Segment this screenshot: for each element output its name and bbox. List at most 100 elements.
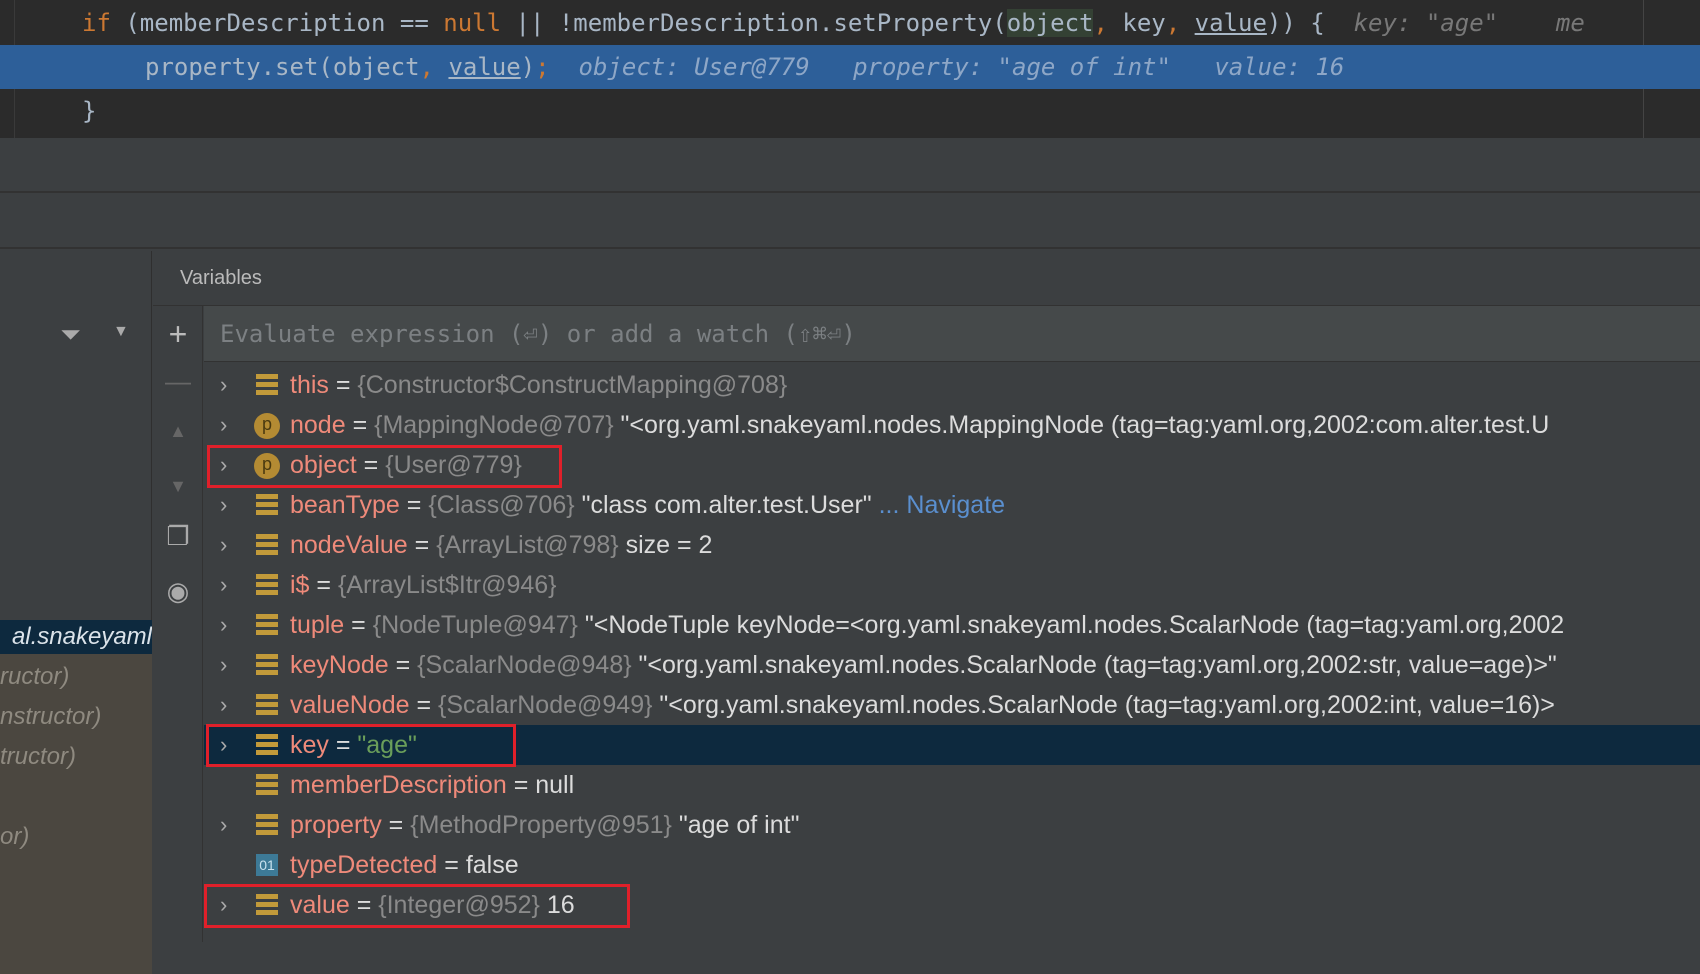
field-icon [256, 574, 278, 596]
field-icon [256, 814, 278, 836]
variable-type: {Class@706} [428, 491, 575, 519]
variable-row-valueNode[interactable]: › valueNode = {ScalarNode@949} "<org.yaml… [204, 685, 1700, 725]
variable-type: {ScalarNode@949} [438, 691, 653, 719]
kw-null: null [443, 9, 502, 37]
semicolon: ; [535, 53, 550, 81]
highlight-box-object [207, 445, 562, 488]
variable-type: {MethodProperty@951} [410, 811, 672, 839]
comma: , [419, 53, 434, 81]
frame-item[interactable]: nstructor) [0, 697, 152, 737]
chevron-down-icon[interactable]: ▼ [113, 323, 129, 341]
expand-chevron-icon[interactable]: › [220, 565, 227, 605]
variable-type: {Constructor$ConstructMapping@708} [357, 371, 788, 399]
variable-name: i$ [290, 571, 310, 599]
variable-value: "<org.yaml.snakeyaml.nodes.ScalarNode (t… [659, 691, 1555, 719]
inline-hint-property: property: "age of int" [853, 53, 1171, 81]
variable-value: "age of int" [678, 811, 800, 839]
empty-panel [0, 138, 1700, 193]
expand-chevron-icon[interactable]: › [220, 685, 227, 725]
variable-type: {ArrayList@798} [436, 531, 619, 559]
variable-name: keyNode [290, 651, 389, 679]
variable-value: "<org.yaml.snakeyaml.nodes.MappingNode (… [620, 411, 1550, 439]
variable-name: beanType [290, 491, 400, 519]
code-value-ref: value [448, 53, 521, 81]
watch-eye-icon[interactable]: ◉ [153, 576, 203, 607]
frame-item[interactable]: tructor) [0, 737, 152, 777]
expand-chevron-icon[interactable]: › [220, 805, 227, 845]
navigate-link[interactable]: ... Navigate [879, 491, 1005, 519]
variable-row-typeDetected[interactable]: 01 typeDetected = false [204, 845, 1700, 885]
field-icon [256, 774, 278, 796]
expand-chevron-icon[interactable]: › [220, 365, 227, 405]
evaluate-expression-input[interactable]: Evaluate expression (⏎) or add a watch (… [204, 306, 1700, 362]
variable-type: {ArrayList$Itr@946} [337, 571, 557, 599]
field-icon [256, 534, 278, 556]
primitive-icon: 01 [256, 854, 278, 876]
variable-type: {MappingNode@707} [374, 411, 614, 439]
frames-panel[interactable]: ⏷ ▼ al.snakeyaml ructor) nstructor) truc… [0, 251, 152, 974]
remove-icon[interactable]: — [153, 366, 203, 397]
variable-value: "<NodeTuple keyNode=<org.yaml.snakeyaml.… [584, 611, 1565, 639]
empty-panel [0, 195, 1700, 249]
variable-value: "<org.yaml.snakeyaml.nodes.ScalarNode (t… [638, 651, 1557, 679]
expand-chevron-icon[interactable]: › [220, 405, 227, 445]
variable-row-keyNode[interactable]: › keyNode = {ScalarNode@948} "<org.yaml.s… [204, 645, 1700, 685]
filter-icon[interactable]: ⏷ [60, 319, 81, 351]
inline-hint-truncated: me [1555, 9, 1585, 37]
code-text: )) { [1266, 9, 1325, 37]
expand-chevron-icon[interactable]: › [220, 605, 227, 645]
kw-if: if [82, 9, 111, 37]
variable-name: this [290, 371, 329, 399]
frame-item[interactable]: al.snakeyaml [0, 617, 152, 657]
variables-tab[interactable]: Variables [153, 251, 1700, 306]
code-text: property.set(object [145, 53, 420, 81]
inline-hint-value: value: 16 [1214, 53, 1345, 81]
expand-chevron-icon[interactable]: › [220, 645, 227, 685]
variable-row-this[interactable]: › this = {Constructor$ConstructMapping@70… [204, 365, 1700, 405]
variable-value: false [465, 851, 519, 879]
variable-row-tuple[interactable]: › tuple = {NodeTuple@947} "<NodeTuple key… [204, 605, 1700, 645]
field-icon [256, 374, 278, 396]
highlight-box-value [204, 884, 630, 928]
parameter-icon: p [254, 413, 280, 439]
add-watch-icon[interactable]: + [153, 316, 203, 353]
variable-value: null [535, 771, 575, 799]
variables-toolbar: + — ▲ ▼ ❐ ◉ [153, 306, 203, 942]
comma: , [1165, 9, 1181, 37]
code-text: key [1107, 9, 1166, 37]
variable-type: {ScalarNode@948} [417, 651, 632, 679]
variable-row-node[interactable]: › p node = {MappingNode@707} "<org.yaml.sn… [204, 405, 1700, 445]
copy-icon[interactable]: ❐ [153, 521, 203, 552]
code-line-current: property.set(object, value); object: Use… [0, 45, 1700, 89]
code-value-ref: value [1194, 9, 1267, 37]
variable-type: {NodeTuple@947} [372, 611, 578, 639]
field-icon [256, 654, 278, 676]
variable-value: "class com.alter.test.User" [581, 491, 872, 519]
code-object-ref: object [1006, 9, 1094, 37]
inline-hint-object: object: User@779 [578, 53, 810, 81]
code-text: (memberDescription == [110, 9, 444, 37]
variable-row-property[interactable]: › property = {MethodProperty@951} "age of… [204, 805, 1700, 845]
field-icon [256, 614, 278, 636]
move-down-icon[interactable]: ▼ [153, 476, 203, 497]
variable-name: tuple [290, 611, 345, 639]
variable-name: valueNode [290, 691, 410, 719]
variable-row-beanType[interactable]: › beanType = {Class@706} "class com.alter… [204, 485, 1700, 525]
variable-name: memberDescription [290, 771, 507, 799]
variable-row-nodeValue[interactable]: › nodeValue = {ArrayList@798} size = 2 [204, 525, 1700, 565]
frame-item[interactable]: ructor) [0, 657, 152, 697]
move-up-icon[interactable]: ▲ [153, 421, 203, 442]
code-text: ) [520, 53, 536, 81]
expand-chevron-icon[interactable]: › [220, 525, 227, 565]
variable-value: size = 2 [625, 531, 713, 559]
variable-row-memberDescription[interactable]: memberDescription = null [204, 765, 1700, 805]
code-line-if: if (memberDescription == null || !member… [0, 1, 1700, 45]
variable-name: nodeValue [290, 531, 408, 559]
variable-name: property [290, 811, 382, 839]
expand-chevron-icon[interactable]: › [220, 485, 227, 525]
frame-item[interactable]: or) [0, 817, 152, 857]
code-editor[interactable]: if (memberDescription == null || !member… [0, 0, 1700, 138]
variable-row-i[interactable]: › i$ = {ArrayList$Itr@946} [204, 565, 1700, 605]
